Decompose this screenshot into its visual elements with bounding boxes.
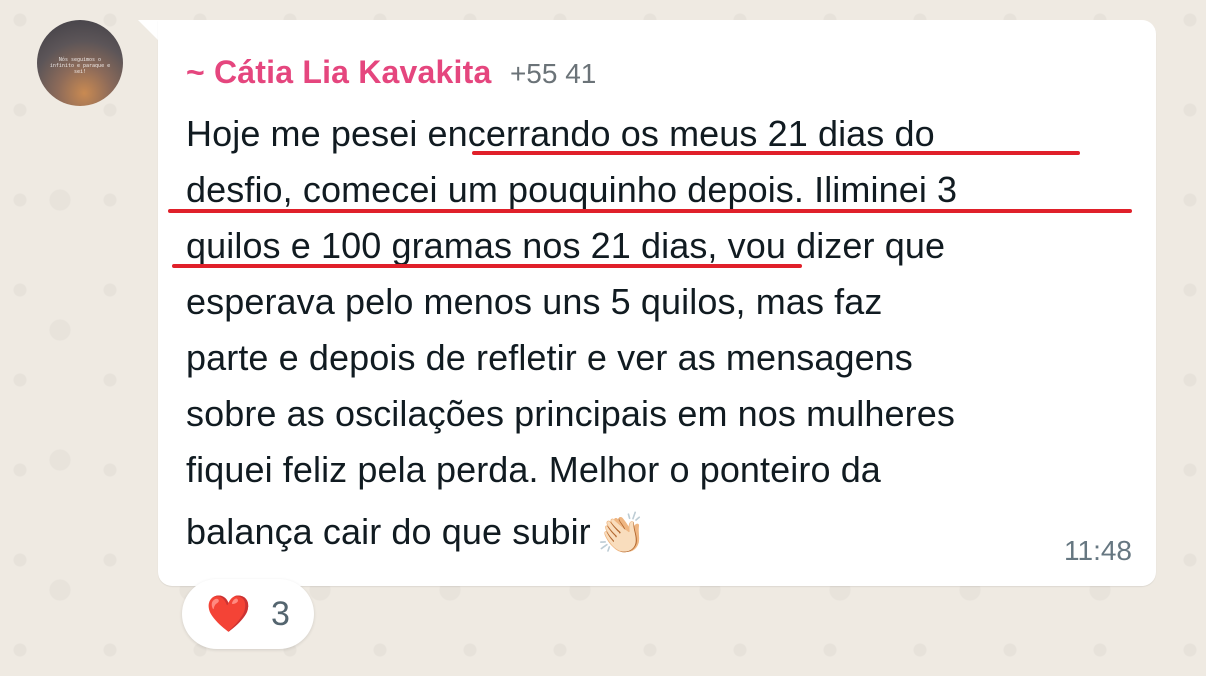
red-underline — [172, 264, 802, 268]
sender-avatar[interactable]: Nós seguimos o infinito e paraque e sei! — [37, 20, 123, 106]
heart-icon: ❤️ — [206, 593, 251, 634]
red-underline — [472, 151, 1080, 155]
bubble-tail — [138, 20, 160, 42]
message-bubble[interactable]: ~ Cátia Lia Kavakita +55 41 Hoje me pese… — [158, 20, 1156, 586]
message-line: sobre as oscilações principais em nos mu… — [186, 393, 955, 434]
message-line-last: balança cair do que subir 👏🏻 — [186, 504, 647, 562]
red-underline — [168, 209, 1132, 213]
message-line: fiquei feliz pela perda. Melhor o pontei… — [186, 449, 881, 490]
message-timestamp: 11:48 — [1064, 535, 1132, 566]
avatar-caption: Nós seguimos o infinito e paraque e sei! — [49, 57, 111, 75]
sender-phone: +55 41 — [509, 58, 597, 89]
sender-name[interactable]: ~ Cátia Lia Kavakita — [186, 54, 491, 90]
reaction-count: 3 — [270, 594, 290, 633]
reaction-badge[interactable]: ❤️ 3 — [182, 579, 314, 649]
clapping-hands-icon: 👏🏻 — [596, 512, 647, 557]
message-line: parte e depois de refletir e ver as mens… — [186, 337, 913, 378]
sender-row: ~ Cátia Lia Kavakita +55 41 — [186, 54, 596, 91]
message-line: esperava pelo menos uns 5 quilos, mas fa… — [186, 281, 883, 322]
message-line-text: balança cair do que subir — [186, 511, 591, 552]
